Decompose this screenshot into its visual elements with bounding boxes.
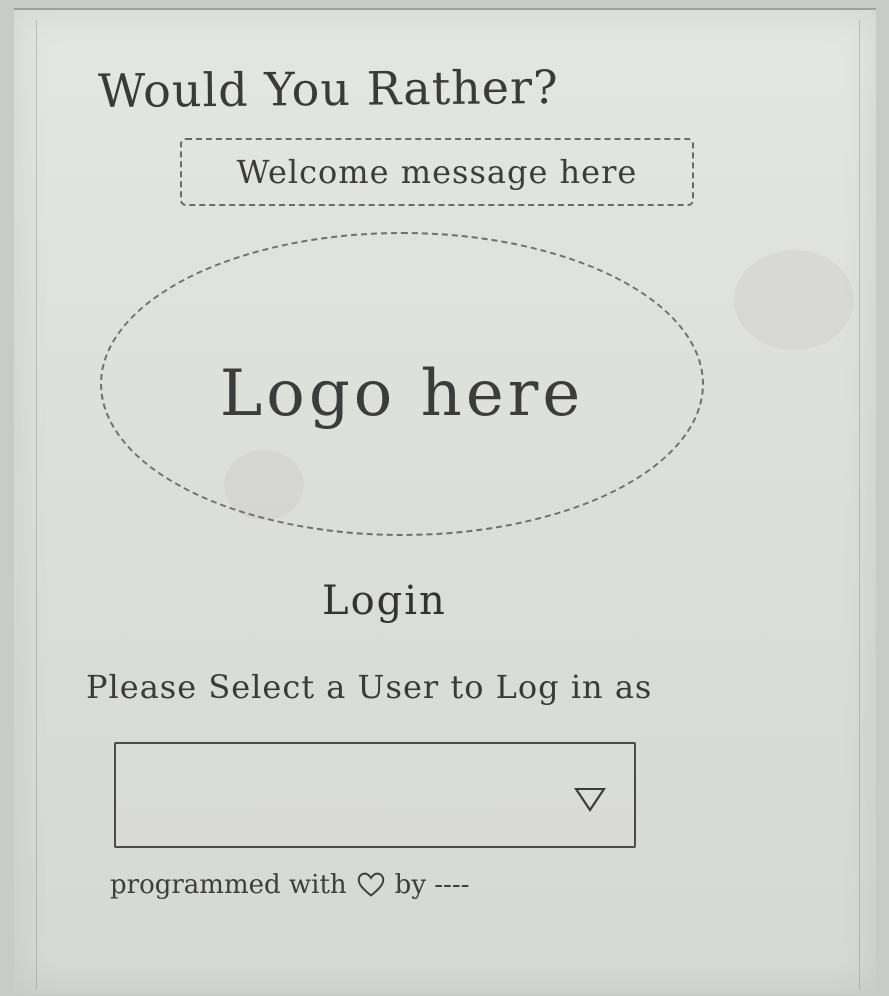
footer-credit: programmed with by ----	[110, 870, 469, 900]
chevron-down-icon[interactable]	[574, 788, 606, 812]
login-prompt: Please Select a User to Log in as	[86, 668, 653, 706]
logo-placeholder: Logo here	[100, 232, 704, 536]
login-heading: Login	[322, 578, 447, 624]
heart-icon	[357, 872, 384, 897]
app-title: Would You Rather?	[97, 59, 559, 119]
footer-suffix: by ----	[394, 870, 470, 900]
paper-stain	[734, 250, 854, 350]
footer-prefix: programmed with	[110, 870, 347, 900]
logo-placeholder-text: Logo here	[219, 357, 585, 431]
welcome-message: Welcome message here	[180, 138, 694, 206]
welcome-message-text: Welcome message here	[236, 153, 638, 191]
user-select[interactable]	[114, 742, 636, 848]
